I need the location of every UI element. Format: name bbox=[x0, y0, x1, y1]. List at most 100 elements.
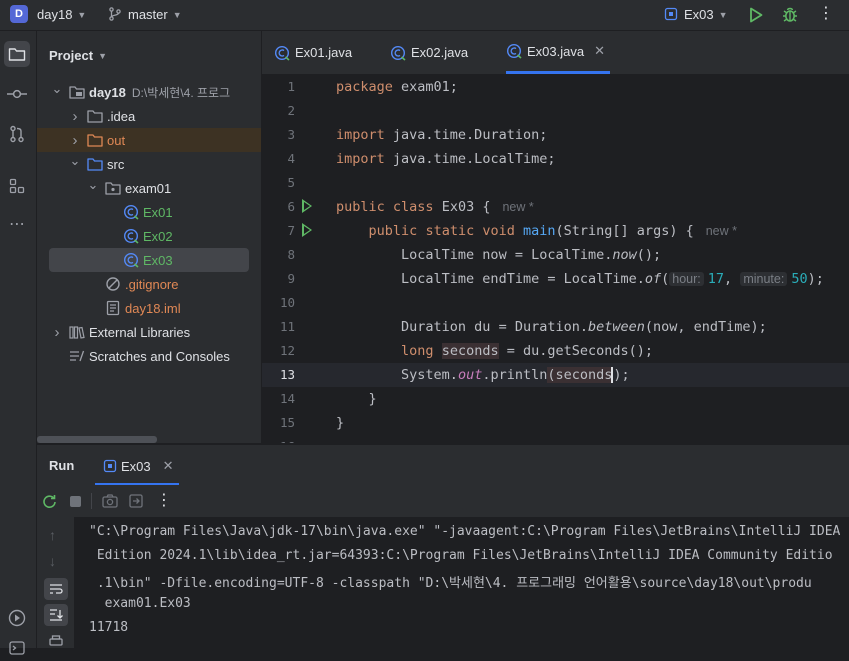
code-token: } bbox=[336, 415, 345, 431]
console-output[interactable]: "C:\Program Files\Java\jdk-17\bin\java.e… bbox=[74, 517, 849, 648]
run-icon[interactable] bbox=[749, 7, 763, 23]
commit-icon bbox=[7, 89, 27, 99]
chevron-right-icon[interactable]: › bbox=[69, 132, 81, 149]
terminal-tool-button[interactable] bbox=[4, 635, 30, 661]
line-number: 7 bbox=[287, 223, 295, 238]
tree-item-out[interactable]: › out bbox=[37, 128, 261, 152]
code-token: class bbox=[392, 199, 434, 215]
run-panel-header: Run Ex03 ✕ bbox=[37, 444, 849, 485]
library-icon bbox=[69, 324, 85, 340]
debug-icon[interactable] bbox=[781, 6, 799, 24]
line-number: 5 bbox=[287, 175, 295, 190]
code-token: LocalTime now = LocalTime. bbox=[401, 247, 613, 263]
tool-window-strip: ⋯ bbox=[0, 31, 37, 655]
chevron-right-icon[interactable]: › bbox=[51, 324, 63, 341]
more-tool-windows-icon[interactable]: ⋯ bbox=[4, 211, 30, 237]
horizontal-scrollbar[interactable] bbox=[37, 436, 157, 443]
tree-item-day18-iml[interactable]: day18.iml bbox=[37, 296, 261, 320]
tree-item-label: day18.iml bbox=[125, 300, 181, 316]
stop-icon[interactable] bbox=[70, 496, 81, 507]
line-number: 2 bbox=[287, 103, 295, 118]
run-config-selector[interactable]: Ex03 ▼ bbox=[664, 7, 728, 22]
close-icon[interactable]: ✕ bbox=[594, 43, 605, 59]
java-class-icon bbox=[664, 7, 678, 21]
java-class-icon bbox=[506, 43, 522, 59]
folder-icon bbox=[8, 48, 26, 61]
commit-tool-button[interactable] bbox=[4, 81, 30, 107]
code-token: of bbox=[644, 271, 662, 287]
ignore-file-icon bbox=[105, 276, 121, 292]
module-folder-icon bbox=[69, 84, 85, 100]
run-tab-ex03[interactable]: Ex03 ✕ bbox=[103, 458, 174, 474]
code-token: void bbox=[482, 223, 515, 239]
code-editor[interactable]: 1 package exam01; 2 3 import java.time.Dur… bbox=[262, 75, 849, 443]
run-panel-title: Run bbox=[49, 458, 75, 473]
more-options-icon[interactable]: ⋮ bbox=[156, 490, 172, 510]
project-panel: Project ▼ ⌄ day18 D:\박세현\4. 프로그 › .idea › out ⌄ s… bbox=[37, 31, 262, 443]
line-number: 11 bbox=[279, 319, 295, 334]
tree-item-label: src bbox=[107, 156, 125, 172]
project-switcher[interactable]: day18 ▼ bbox=[37, 7, 86, 22]
editor-tab-ex02-java[interactable]: Ex02.java bbox=[390, 31, 468, 74]
chevron-down-icon[interactable]: ⌄ bbox=[51, 82, 63, 95]
camera-icon[interactable] bbox=[102, 494, 118, 508]
code-line: 11 Duration du = Duration.between(now, e… bbox=[262, 315, 849, 339]
code-token: now bbox=[612, 247, 637, 263]
tree-item-idea[interactable]: › .idea bbox=[37, 104, 261, 128]
pull-requests-tool-button[interactable] bbox=[4, 121, 30, 147]
chevron-down-icon[interactable]: ⌄ bbox=[69, 154, 81, 167]
code-token: public bbox=[368, 223, 418, 239]
project-panel-title[interactable]: Project ▼ bbox=[49, 48, 107, 63]
code-token: Ex03 { bbox=[441, 199, 491, 215]
code-token: (seconds bbox=[547, 367, 613, 383]
tree-item-external-libraries[interactable]: › External Libraries bbox=[37, 320, 261, 344]
tree-item-label: External Libraries bbox=[89, 324, 191, 340]
more-options-icon[interactable]: ⋮ bbox=[818, 4, 834, 24]
chevron-right-icon[interactable]: › bbox=[69, 108, 81, 125]
run-gutter-icon[interactable] bbox=[302, 199, 312, 213]
tree-item-src[interactable]: ⌄ src bbox=[37, 152, 261, 176]
tree-item-scratches-and-consoles[interactable]: Scratches and Consoles bbox=[37, 344, 261, 368]
editor-tab-ex03-java[interactable]: Ex03.java ✕ bbox=[506, 31, 610, 74]
editor-tab-ex01-java[interactable]: Ex01.java bbox=[274, 31, 352, 74]
java-class-icon bbox=[123, 252, 139, 268]
code-token: java.time.Duration; bbox=[384, 127, 548, 143]
line-number: 3 bbox=[287, 127, 295, 142]
tree-item-exam01[interactable]: ⌄ exam01 bbox=[37, 176, 261, 200]
chevron-down-icon[interactable]: ⌄ bbox=[87, 178, 99, 191]
project-badge[interactable]: D bbox=[10, 5, 28, 23]
code-token: , bbox=[724, 271, 741, 287]
code-line: 1 package exam01; bbox=[262, 75, 849, 99]
code-token: import bbox=[336, 127, 385, 143]
arrow-down-icon[interactable]: ↓ bbox=[49, 553, 56, 569]
chevron-down-icon: ▼ bbox=[77, 10, 87, 20]
services-icon bbox=[8, 609, 26, 627]
chevron-down-icon: ▼ bbox=[172, 10, 182, 20]
branch-switcher[interactable]: master ▼ bbox=[108, 7, 182, 22]
tree-item-ex03[interactable]: Ex03 bbox=[49, 248, 249, 272]
services-tool-button[interactable] bbox=[4, 605, 30, 631]
scroll-to-end-toggle[interactable] bbox=[44, 604, 68, 626]
arrow-up-icon[interactable]: ↑ bbox=[49, 527, 56, 543]
print-icon[interactable] bbox=[49, 635, 63, 648]
code-token: package bbox=[336, 79, 393, 95]
tree-item-ex01[interactable]: Ex01 bbox=[37, 200, 261, 224]
soft-wrap-toggle[interactable] bbox=[44, 578, 68, 600]
parameter-hint: minute: bbox=[740, 272, 788, 286]
run-gutter-icon[interactable] bbox=[302, 223, 312, 237]
rerun-icon[interactable] bbox=[42, 494, 57, 509]
tree-item-day18[interactable]: ⌄ day18 D:\박세현\4. 프로그 bbox=[37, 80, 261, 104]
line-number: 14 bbox=[279, 391, 295, 406]
line-number: 13 bbox=[279, 367, 295, 382]
tree-item-ex02[interactable]: Ex02 bbox=[37, 224, 261, 248]
close-icon[interactable]: ✕ bbox=[163, 458, 174, 474]
project-tool-button[interactable] bbox=[4, 41, 30, 67]
tree-item-label: Ex02 bbox=[143, 228, 173, 244]
code-token: java.time.LocalTime; bbox=[384, 151, 556, 167]
exit-icon[interactable] bbox=[129, 494, 143, 508]
tree-item-gitignore[interactable]: .gitignore bbox=[37, 272, 261, 296]
source-folder-icon bbox=[87, 156, 103, 172]
tree-item-label: out bbox=[107, 132, 126, 148]
console-line: .1\bin" -Dfile.encoding=UTF-8 -classpath… bbox=[89, 576, 812, 591]
structure-tool-button[interactable] bbox=[4, 173, 30, 199]
